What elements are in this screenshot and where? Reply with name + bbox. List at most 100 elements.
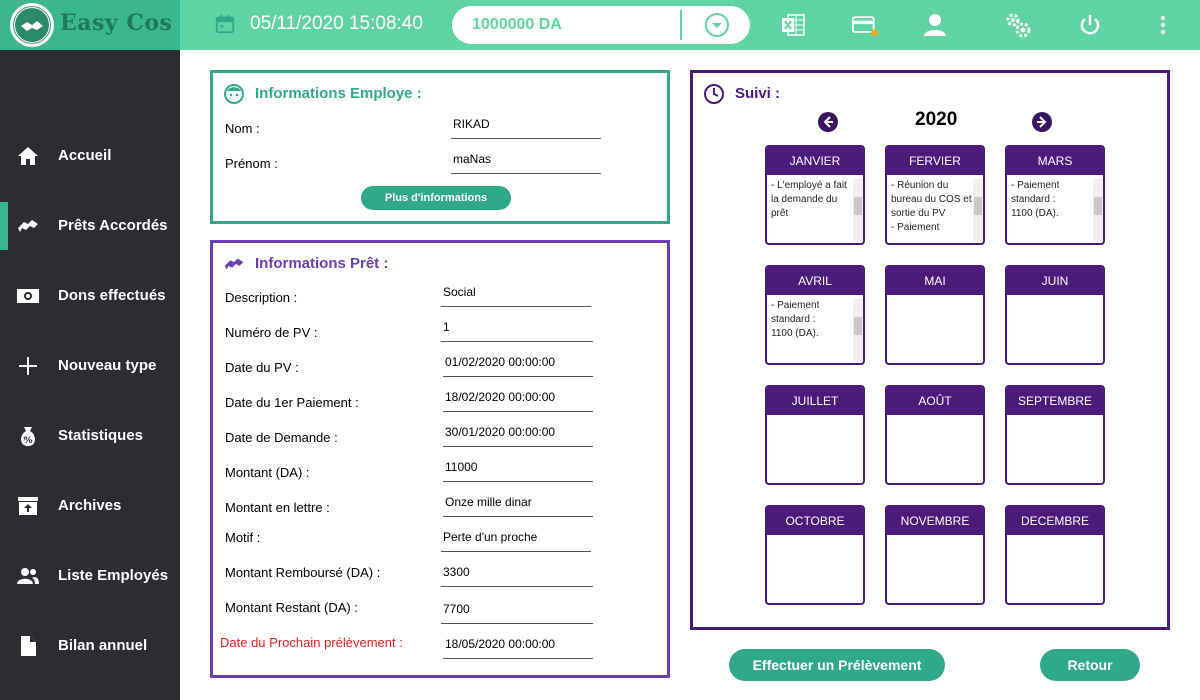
month-title: NOVEMBRE <box>887 507 983 535</box>
sidebar-item-statistiques[interactable]: % Statistiques <box>0 412 180 460</box>
user-icon[interactable] <box>922 12 948 38</box>
month-card-avril[interactable]: AVRIL - Paiement standard : 1100 (DA). <box>765 265 865 365</box>
prenom-value: maNas <box>451 146 601 174</box>
money-icon <box>17 289 39 303</box>
loan-field-label: Montant en lettre : <box>225 500 330 515</box>
more-info-button[interactable]: Plus d'informations <box>361 186 511 210</box>
month-notes: - Paiement standard : 1100 (DA). <box>771 300 820 339</box>
month-card-juin[interactable]: JUIN <box>1005 265 1105 365</box>
month-title: MARS <box>1007 147 1103 175</box>
loan-panel-title: Informations Prêt : <box>255 255 389 272</box>
month-card-aout[interactable]: AOÛT <box>885 385 985 485</box>
sidebar-item-accueil[interactable]: Accueil <box>0 132 180 180</box>
month-title: FERVIER <box>887 147 983 175</box>
sidebar-item-bilan-annuel[interactable]: Bilan annuel <box>0 622 180 670</box>
sidebar-item-nouveau-type[interactable]: Nouveau type <box>0 342 180 390</box>
people-icon <box>17 568 39 584</box>
month-scrollbar[interactable] <box>853 179 863 241</box>
loan-field-value: 3300 <box>441 559 593 587</box>
app-logo-text: Easy Cos <box>60 10 173 36</box>
prelevement-button[interactable]: Effectuer un Prélèvement <box>729 649 945 681</box>
month-title: JUIN <box>1007 267 1103 295</box>
loan-field-value: Social <box>441 279 591 307</box>
loan-field-label: Date du PV : <box>225 360 299 375</box>
arrow-right-icon[interactable] <box>1031 111 1053 133</box>
month-card-mai[interactable]: MAI <box>885 265 985 365</box>
employee-info-panel: Informations Employe : Nom : RIKAD Préno… <box>210 70 670 224</box>
sidebar-item-label: Prêts Accordés <box>58 217 168 234</box>
year-label: 2020 <box>915 109 958 130</box>
nom-value: RIKAD <box>451 111 601 139</box>
loan-field-label: Montant Restant (DA) : <box>225 600 358 615</box>
suivi-panel: Suivi : 2020 JANVIER - L'employé a fait … <box>690 70 1170 630</box>
loan-field-value: 1 <box>441 314 593 342</box>
next-deduction-label: Date du Prochain prélèvement : <box>220 635 403 650</box>
month-card-juillet[interactable]: JUILLET <box>765 385 865 485</box>
sidebar-item-liste-employes[interactable]: Liste Employés <box>0 552 180 600</box>
sidebar-item-label: Dons effectués <box>58 287 166 304</box>
svg-text:%: % <box>23 436 32 446</box>
loan-field-label: Numéro de PV : <box>225 325 318 340</box>
excel-icon[interactable] <box>780 12 806 38</box>
month-title: AVRIL <box>767 267 863 295</box>
power-icon[interactable] <box>1077 12 1103 38</box>
clock-icon <box>704 84 724 104</box>
month-card-mars[interactable]: MARS - Paiement standard : 1100 (DA). <box>1005 145 1105 245</box>
archive-icon <box>18 497 38 515</box>
loan-field-label: Description : <box>225 290 298 305</box>
sidebar-item-prets-accordes[interactable]: Prêts Accordés <box>0 202 180 250</box>
retour-button[interactable]: Retour <box>1040 649 1140 681</box>
handshake-icon <box>224 258 244 270</box>
loan-field-label: Montant Remboursé (DA) : <box>225 565 381 580</box>
sidebar-item-label: Archives <box>58 497 122 514</box>
loan-field-label: Date de Demande : <box>225 430 338 445</box>
loan-field-label: Motif : <box>225 530 261 545</box>
loan-field-value: 11000 <box>443 454 593 482</box>
month-title: OCTOBRE <box>767 507 863 535</box>
month-title: SEPTEMBRE <box>1007 387 1103 415</box>
plus-icon <box>19 357 37 375</box>
sidebar-item-archives[interactable]: Archives <box>0 482 180 530</box>
current-datetime: 05/11/2020 15:08:40 <box>250 13 423 34</box>
sidebar-item-label: Nouveau type <box>58 357 157 374</box>
sidebar-item-label: Statistiques <box>58 427 144 444</box>
nom-label: Nom : <box>225 121 260 136</box>
logo-icon <box>10 3 54 47</box>
loan-field-value: Onze mille dinar <box>443 489 593 517</box>
active-indicator <box>0 202 8 250</box>
home-icon <box>18 147 38 165</box>
month-card-novembre[interactable]: NOVEMBRE <box>885 505 985 605</box>
month-scrollbar[interactable] <box>853 299 863 361</box>
logo-area: Easy Cos <box>0 0 180 50</box>
balance-value: 1000000 DA <box>472 16 562 33</box>
month-card-janvier[interactable]: JANVIER - L'employé a fait la demande du… <box>765 145 865 245</box>
loan-info-panel: Informations Prêt : Description : Social… <box>210 240 670 678</box>
loan-field-label: Montant (DA) : <box>225 465 310 480</box>
month-title: AOÛT <box>887 387 983 415</box>
more-vert-icon[interactable] <box>1150 12 1176 38</box>
loan-field-value: 18/02/2020 00:00:00 <box>443 384 593 412</box>
loan-field-value: 7700 <box>441 596 593 624</box>
month-card-decembre[interactable]: DECEMBRE <box>1005 505 1105 605</box>
chevron-down-circle-icon[interactable] <box>704 12 730 38</box>
card-icon[interactable] <box>852 12 878 38</box>
loan-field-value: Perte d'un proche <box>441 524 591 552</box>
arrow-left-icon[interactable] <box>817 111 839 133</box>
loan-field-value: 30/01/2020 00:00:00 <box>443 419 593 447</box>
calendar-icon <box>215 14 235 34</box>
balance-selector[interactable]: 1000000 DA <box>452 6 750 44</box>
face-icon <box>224 84 244 104</box>
month-scrollbar[interactable] <box>973 179 983 241</box>
suivi-panel-title: Suivi : <box>735 85 781 102</box>
month-notes: - Paiement standard : 1100 (DA). <box>1011 180 1060 219</box>
sidebar-item-dons-effectues[interactable]: Dons effectués <box>0 272 180 320</box>
gears-icon[interactable] <box>1005 12 1031 38</box>
month-card-septembre[interactable]: SEPTEMBRE <box>1005 385 1105 485</box>
month-scrollbar[interactable] <box>1093 179 1103 241</box>
month-title: DECEMBRE <box>1007 507 1103 535</box>
month-card-fervier[interactable]: FERVIER - Réunion du bureau du COS et so… <box>885 145 985 245</box>
document-icon <box>21 636 36 656</box>
month-title: JANVIER <box>767 147 863 175</box>
month-card-octobre[interactable]: OCTOBRE <box>765 505 865 605</box>
loan-field-value: 01/02/2020 00:00:00 <box>443 349 593 377</box>
